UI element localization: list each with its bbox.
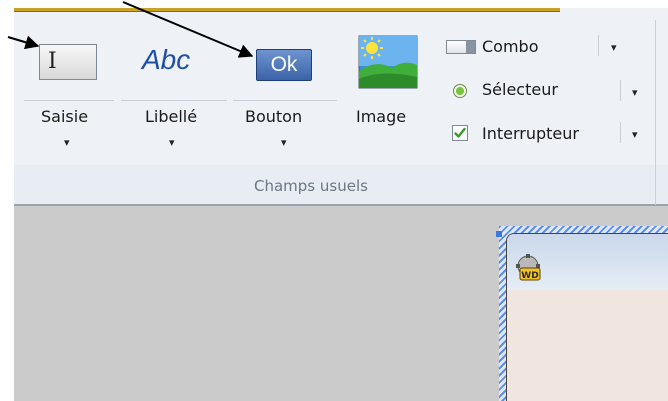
interrupteur-split-separator bbox=[620, 122, 621, 143]
selection-handle[interactable] bbox=[496, 231, 502, 237]
combo-split-separator bbox=[598, 35, 599, 56]
libelle-dropdown-icon[interactable]: ▾ bbox=[169, 137, 175, 148]
image-field-icon[interactable] bbox=[358, 35, 418, 89]
combo-dropdown-icon[interactable]: ▾ bbox=[611, 42, 617, 53]
button-field-icon[interactable]: Ok bbox=[256, 49, 312, 81]
active-tab-underline bbox=[14, 8, 560, 12]
windev-logo-icon: WD bbox=[516, 254, 541, 281]
bouton-separator bbox=[233, 100, 337, 101]
window-left-edge bbox=[0, 0, 14, 401]
radio-selector-icon[interactable] bbox=[453, 84, 467, 98]
libelle-separator bbox=[121, 100, 227, 101]
selecteur-dropdown-icon[interactable]: ▾ bbox=[632, 87, 638, 98]
bouton-dropdown-icon[interactable]: ▾ bbox=[281, 137, 287, 148]
windev-logo-text: WD bbox=[521, 271, 538, 281]
ribbon-group-title: Champs usuels bbox=[254, 177, 368, 195]
combo-label[interactable]: Combo bbox=[482, 37, 539, 56]
libelle-label[interactable]: Libellé bbox=[145, 107, 197, 126]
saisie-separator bbox=[24, 100, 114, 101]
ribbon-top-strip bbox=[14, 0, 668, 8]
interrupteur-dropdown-icon[interactable]: ▾ bbox=[632, 129, 638, 140]
edit-field-icon[interactable]: I bbox=[39, 44, 97, 80]
checkbox-switch-icon[interactable] bbox=[452, 125, 468, 141]
saisie-dropdown-icon[interactable]: ▾ bbox=[64, 137, 70, 148]
text-cursor-icon: I bbox=[48, 49, 57, 74]
selecteur-split-separator bbox=[620, 80, 621, 101]
saisie-label[interactable]: Saisie bbox=[41, 107, 88, 126]
checkmark-icon bbox=[454, 127, 466, 138]
bouton-label[interactable]: Bouton bbox=[245, 107, 302, 126]
ribbon-group-divider bbox=[655, 20, 656, 205]
selecteur-label[interactable]: Sélecteur bbox=[482, 80, 558, 99]
label-field-icon[interactable]: Abc bbox=[142, 44, 190, 76]
image-label[interactable]: Image bbox=[356, 107, 406, 126]
interrupteur-label[interactable]: Interrupteur bbox=[482, 124, 579, 143]
combo-box-icon[interactable] bbox=[446, 40, 476, 54]
